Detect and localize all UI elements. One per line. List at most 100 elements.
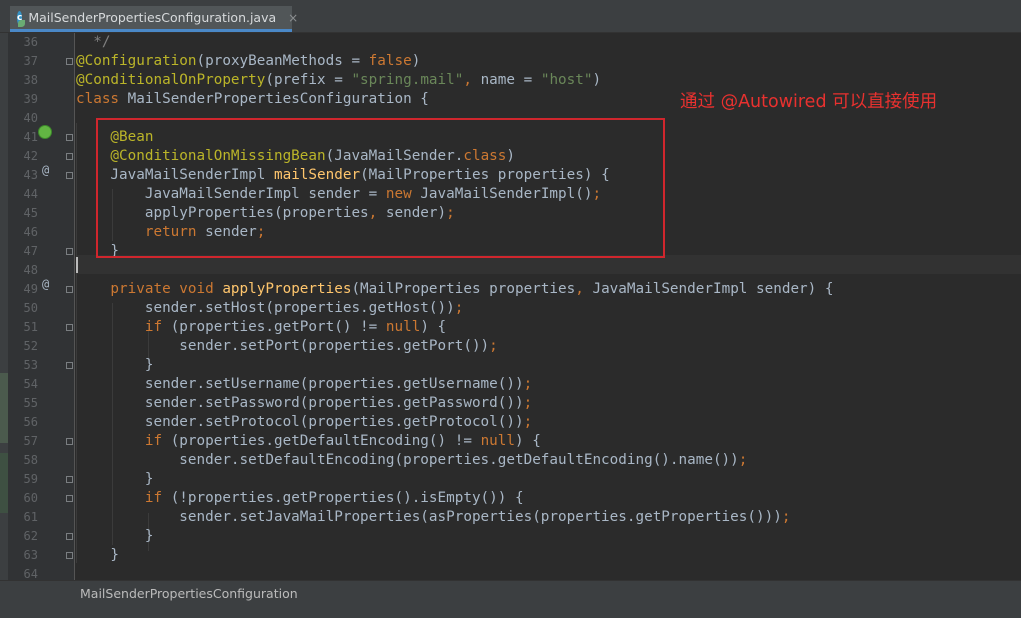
line-number: 41 — [23, 130, 38, 144]
fold-marker-icon[interactable] — [66, 172, 73, 179]
code-token: sender.setDefaultEncoding(properties.get… — [76, 452, 739, 468]
code-line: private void applyProperties(MailPropert… — [76, 280, 833, 299]
code-line: @Configuration(proxyBeanMethods = false) — [76, 52, 420, 71]
code-token: } — [76, 471, 154, 487]
breadcrumb-bar: MailSenderPropertiesConfiguration — [0, 580, 1021, 607]
line-number: 53 — [23, 358, 38, 372]
fold-marker-icon[interactable] — [66, 362, 73, 369]
code-line: */ — [76, 33, 110, 52]
fold-marker-icon[interactable] — [66, 438, 73, 445]
code-line: } — [76, 356, 154, 375]
code-token: (prefix = — [265, 72, 352, 88]
line-number: 60 — [23, 491, 38, 505]
highlight-box — [96, 118, 665, 258]
line-number: 56 — [23, 415, 38, 429]
fold-marker-icon[interactable] — [66, 134, 73, 141]
code-token: ) { — [420, 319, 447, 335]
line-number: 58 — [23, 453, 38, 467]
line-number: 40 — [23, 111, 38, 125]
breadcrumb[interactable]: MailSenderPropertiesConfiguration — [80, 586, 298, 601]
code-token: , — [575, 281, 593, 297]
code-token: } — [76, 357, 154, 373]
line-number: 52 — [23, 339, 38, 353]
line-number: 36 — [23, 35, 38, 49]
window-bottom-edge — [0, 607, 1021, 618]
code-token: if — [76, 433, 171, 449]
code-line: if (!properties.getProperties().isEmpty(… — [76, 489, 524, 508]
code-token: null — [480, 433, 515, 449]
code-token: ) { — [515, 433, 541, 449]
code-token: sender.setProtocol(properties.getProtoco… — [76, 414, 524, 430]
code-line: sender.setUsername(properties.getUsernam… — [76, 375, 532, 394]
fold-marker-icon[interactable] — [66, 248, 73, 255]
fold-marker-icon[interactable] — [66, 495, 73, 502]
line-number: 61 — [23, 510, 38, 524]
line-number: 37 — [23, 54, 38, 68]
code-token: (proxyBeanMethods = — [196, 53, 369, 69]
code-token: sender.setPort(properties.getPort()) — [76, 338, 490, 354]
close-icon[interactable]: × — [288, 11, 298, 25]
code-token: ) — [411, 53, 421, 69]
line-number: 38 — [23, 73, 38, 87]
code-token: (MailProperties properties — [351, 281, 576, 297]
code-token: */ — [76, 34, 111, 50]
code-token: JavaMailSenderImpl sender) { — [592, 281, 834, 297]
fold-marker-icon[interactable] — [66, 153, 73, 160]
line-number: 59 — [23, 472, 38, 486]
code-token: } — [76, 528, 154, 544]
fold-marker-icon[interactable] — [66, 324, 73, 331]
line-number: 42 — [23, 149, 38, 163]
spring-bean-icon[interactable] — [38, 125, 52, 139]
line-number: 46 — [23, 225, 38, 239]
spring-class-icon: c — [17, 10, 26, 27]
override-marker-icon[interactable]: @ — [42, 275, 49, 294]
code-editor[interactable]: */ @Configuration(proxyBeanMethods = fals… — [76, 33, 1021, 591]
editor-tab-bar: c MailSenderPropertiesConfiguration.java… — [0, 6, 1021, 33]
code-token: sender.setHost(properties.getHost()) — [76, 300, 455, 316]
code-token: null — [385, 319, 421, 335]
code-line: if (properties.getDefaultEncoding() != n… — [76, 432, 541, 451]
code-line: @ConditionalOnProperty(prefix = "spring.… — [76, 71, 601, 90]
code-token: MailSenderPropertiesConfiguration { — [127, 91, 429, 107]
code-token: } — [76, 547, 120, 563]
override-marker-icon[interactable]: @ — [42, 161, 49, 180]
annotation-text: 通过 @Autowired 可以直接使用 — [680, 92, 938, 112]
fold-marker-icon[interactable] — [66, 533, 73, 540]
code-token: ; — [781, 509, 791, 525]
line-number: 63 — [23, 548, 38, 562]
code-token: if — [76, 490, 171, 506]
line-number: 51 — [23, 320, 38, 334]
code-token: sender.setJavaMailProperties(asPropertie… — [76, 509, 782, 525]
fold-marker-icon[interactable] — [66, 476, 73, 483]
line-number-gutter: @ @ 36 37 38 39 40 41 42 43 44 45 46 47 48 49 50 51 52 53… — [8, 33, 75, 591]
fold-marker-icon[interactable] — [66, 286, 73, 293]
code-line: sender.setJavaMailProperties(asPropertie… — [76, 508, 790, 527]
code-line: sender.setHost(properties.getHost()); — [76, 299, 463, 318]
code-token: ; — [523, 414, 533, 430]
line-number: 48 — [23, 263, 38, 277]
code-line: class MailSenderPropertiesConfiguration … — [76, 90, 429, 109]
code-line: } — [76, 527, 154, 546]
code-token: applyProperties — [222, 281, 352, 297]
code-token: ; — [454, 300, 464, 316]
tab-mailsenderpropertiesconfiguration[interactable]: c MailSenderPropertiesConfiguration.java… — [10, 6, 298, 32]
code-token: "spring.mail" — [351, 72, 464, 88]
code-token: (!properties.getProperties().isEmpty()) … — [170, 490, 524, 506]
fold-marker-icon[interactable] — [66, 58, 73, 65]
fold-marker-icon[interactable] — [66, 552, 73, 559]
code-line: sender.setPort(properties.getPort()); — [76, 337, 498, 356]
line-number: 49 — [23, 282, 38, 296]
code-token: @Configuration — [76, 53, 197, 69]
line-number: 44 — [23, 187, 38, 201]
code-token: , — [463, 72, 481, 88]
code-line: sender.setPassword(properties.getPasswor… — [76, 394, 532, 413]
line-number: 45 — [23, 206, 38, 220]
code-token: name = — [480, 72, 541, 88]
code-token: (properties.getPort() != — [170, 319, 386, 335]
line-number: 50 — [23, 301, 38, 315]
code-token: ) — [592, 72, 602, 88]
code-token: ; — [523, 395, 533, 411]
code-token: ; — [489, 338, 498, 354]
line-number: 43 — [23, 168, 38, 182]
code-token: sender.setPassword(properties.getPasswor… — [76, 395, 524, 411]
